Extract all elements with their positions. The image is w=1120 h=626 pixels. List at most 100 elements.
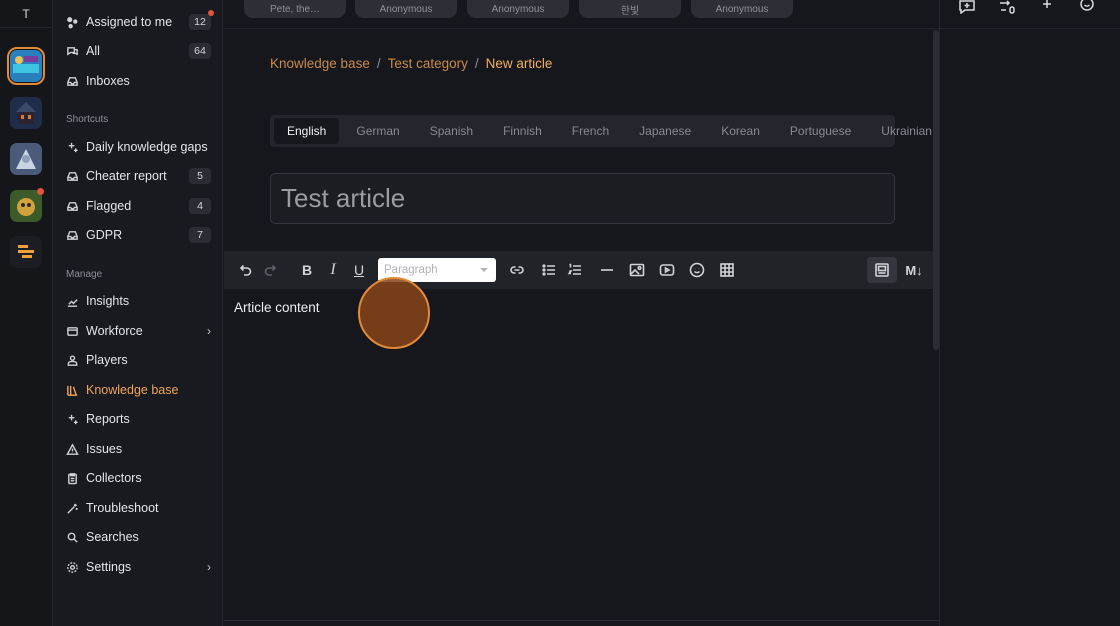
app-window: T Assigned to me 12 All 64 Inboxes Short… xyxy=(0,0,1120,626)
bullet-list-icon[interactable] xyxy=(536,257,562,283)
breadcrumb-separator: / xyxy=(474,56,479,71)
sidebar-item-gdpr[interactable]: GDPR 7 xyxy=(65,222,211,248)
inbox-icon xyxy=(65,74,79,88)
sidebar-item-troubleshoot[interactable]: Troubleshoot xyxy=(65,495,211,521)
breadcrumb-category[interactable]: Test category xyxy=(388,56,468,71)
count-badge: 4 xyxy=(189,198,211,214)
library-icon xyxy=(65,383,79,397)
editor-toolbar: B I U Paragraph M↓ xyxy=(224,251,933,289)
section-label-shortcuts: Shortcuts xyxy=(66,114,109,125)
tab-spanish[interactable]: Spanish xyxy=(417,118,486,144)
sidebar-item-label: Flagged xyxy=(86,199,132,213)
sidebar-item-reports[interactable]: Reports xyxy=(65,406,211,432)
video-icon[interactable] xyxy=(654,257,680,283)
link-icon[interactable] xyxy=(504,257,530,283)
workspace-avatar-1[interactable] xyxy=(7,47,45,85)
sidebar-item-label: Troubleshoot xyxy=(86,501,159,515)
sidebar-item-issues[interactable]: Issues xyxy=(65,436,211,462)
paragraph-style-value: Paragraph xyxy=(384,264,438,276)
dots-icon xyxy=(65,15,79,29)
sidebar-item-label: Workforce xyxy=(86,324,143,338)
notification-dot xyxy=(208,10,214,16)
tab-portuguese[interactable]: Portuguese xyxy=(777,118,864,144)
sidebar-item-label: Players xyxy=(86,353,128,367)
chart-icon xyxy=(65,294,79,308)
language-tabs: English German Spanish Finnish French Ja… xyxy=(270,115,932,147)
sparkle-icon[interactable] xyxy=(1038,0,1056,14)
image-icon[interactable] xyxy=(624,257,650,283)
underline-button[interactable]: U xyxy=(346,257,372,283)
count-badge: 7 xyxy=(189,227,211,243)
horizontal-rule-icon[interactable] xyxy=(594,257,620,283)
table-icon[interactable] xyxy=(714,257,740,283)
editor-content[interactable]: Article content xyxy=(234,300,320,315)
chat-icon xyxy=(65,44,79,58)
sidebar-item-daily-knowledge-gaps[interactable]: Daily knowledge gaps xyxy=(65,134,211,160)
sidebar-item-label: Inboxes xyxy=(86,74,130,88)
count-badge: 64 xyxy=(189,43,211,59)
sidebar-item-label: Cheater report xyxy=(86,169,167,183)
breadcrumb-current: New article xyxy=(485,56,553,71)
conversation-chip[interactable]: 한빛 xyxy=(579,0,681,18)
topbar-actions xyxy=(958,0,1096,15)
sidebar-item-label: Issues xyxy=(86,442,123,456)
click-indicator xyxy=(358,277,430,349)
sidebar-item-collectors[interactable]: Collectors xyxy=(65,465,211,491)
tab-korean[interactable]: Korean xyxy=(708,118,773,144)
workspace-avatar-4[interactable] xyxy=(10,188,44,222)
sidebar-item-settings[interactable]: Settings › xyxy=(65,554,211,580)
sidebar-item-players[interactable]: Players xyxy=(65,347,211,373)
search-icon xyxy=(65,530,79,544)
window-icon xyxy=(65,324,79,338)
markdown-mode-icon[interactable]: M↓ xyxy=(901,257,927,283)
workspace-avatar-5[interactable] xyxy=(10,236,42,268)
workspace-avatar-3[interactable] xyxy=(10,143,42,175)
transfer-icon[interactable] xyxy=(998,0,1016,14)
redo-icon[interactable] xyxy=(258,257,284,283)
chat-add-icon[interactable] xyxy=(958,0,976,15)
workspace-avatar-2[interactable] xyxy=(10,97,42,129)
rail-top-label[interactable]: T xyxy=(0,0,52,28)
sidebar-item-label: Collectors xyxy=(86,471,142,485)
sidebar-item-knowledge-base[interactable]: Knowledge base xyxy=(65,377,211,403)
tab-german[interactable]: German xyxy=(343,118,412,144)
breadcrumb-knowledge-base[interactable]: Knowledge base xyxy=(270,56,370,71)
person-icon xyxy=(65,353,79,367)
article-title-input[interactable] xyxy=(270,173,895,224)
sidebar-item-workforce[interactable]: Workforce › xyxy=(65,318,211,344)
emoji-icon[interactable] xyxy=(684,257,710,283)
sidebar-item-flagged[interactable]: Flagged 4 xyxy=(65,193,211,219)
conversation-tabs-bar: Pete, the… Anonymous Anonymous 한빛 Anonym… xyxy=(224,0,1120,29)
sidebar-item-all[interactable]: All 64 xyxy=(65,38,211,64)
sidebar-item-inboxes[interactable]: Inboxes xyxy=(65,68,211,94)
main-scrollbar[interactable] xyxy=(933,30,939,350)
clipboard-icon xyxy=(65,471,79,485)
sidebar-item-label: Insights xyxy=(86,294,130,308)
sidebar-item-label: GDPR xyxy=(86,228,123,242)
tab-french[interactable]: French xyxy=(559,118,622,144)
conversation-chip[interactable]: Pete, the… xyxy=(244,0,346,18)
inbox-icon xyxy=(65,199,79,213)
tab-japanese[interactable]: Japanese xyxy=(626,118,704,144)
sidebar-item-label: All xyxy=(86,44,100,58)
tab-finnish[interactable]: Finnish xyxy=(490,118,555,144)
wysiwyg-mode-icon[interactable] xyxy=(867,257,897,283)
inbox-icon xyxy=(65,169,79,183)
sidebar-item-insights[interactable]: Insights xyxy=(65,288,211,314)
tab-english[interactable]: English xyxy=(274,118,340,144)
bold-button[interactable]: B xyxy=(294,257,320,283)
numbered-list-icon[interactable] xyxy=(562,257,588,283)
italic-button[interactable]: I xyxy=(320,257,346,283)
conversation-chip[interactable]: Anonymous xyxy=(355,0,457,18)
count-badge: 5 xyxy=(189,168,211,184)
conversation-chip[interactable]: Anonymous xyxy=(467,0,569,18)
sidebar-item-label: Settings xyxy=(86,560,132,574)
smiley-icon[interactable] xyxy=(1078,0,1096,14)
undo-icon[interactable] xyxy=(232,257,258,283)
conversation-chip[interactable]: Anonymous xyxy=(691,0,793,18)
tab-ukrainian[interactable]: Ukrainian xyxy=(868,118,945,144)
sidebar-item-cheater-report[interactable]: Cheater report 5 xyxy=(65,163,211,189)
wand-icon xyxy=(65,501,79,515)
sidebar-item-assigned-to-me[interactable]: Assigned to me 12 xyxy=(65,9,214,35)
sidebar-item-searches[interactable]: Searches xyxy=(65,524,211,550)
